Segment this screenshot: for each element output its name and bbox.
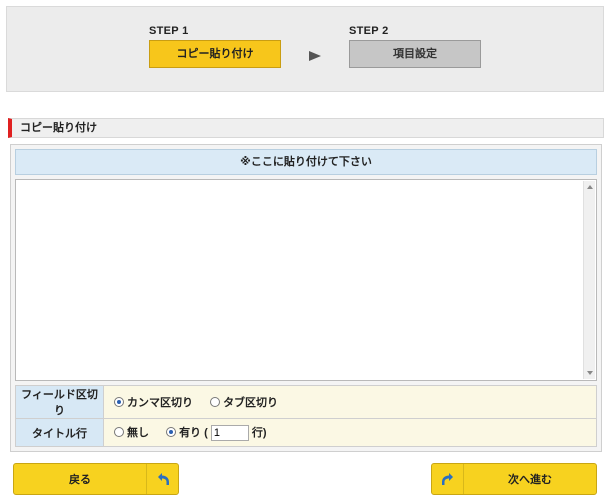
- title-row-label: タイトル行: [15, 418, 104, 447]
- paste-scrollbar[interactable]: [583, 181, 595, 379]
- radio-comma-indicator[interactable]: [114, 397, 124, 407]
- radio-title-yes-indicator[interactable]: [166, 426, 177, 437]
- radio-title-none[interactable]: 無し: [114, 424, 149, 440]
- title-row-open-paren: (: [204, 426, 208, 439]
- field-separator-row: フィールド区切り カンマ区切り タブ区切り: [15, 385, 597, 419]
- section-title: コピー貼り付け: [8, 118, 604, 138]
- forward-arrow-icon: [432, 464, 464, 494]
- title-row-count-input[interactable]: [210, 425, 249, 442]
- back-button[interactable]: 戻る: [13, 463, 179, 495]
- step-1-label: STEP 1: [149, 25, 189, 37]
- undo-arrow-icon: [146, 464, 178, 494]
- radio-title-none-label: 無し: [127, 426, 149, 439]
- step-2-label: STEP 2: [349, 25, 389, 37]
- title-row-options: 無し 有り ( 行): [103, 418, 597, 447]
- title-row-row: タイトル行 無し 有り ( 行): [15, 418, 597, 447]
- step-1: STEP 1 コピー貼り付け: [149, 25, 281, 68]
- radio-comma-label: カンマ区切り: [127, 397, 193, 409]
- radio-comma[interactable]: カンマ区切り: [114, 394, 193, 410]
- step-2: STEP 2 項目設定: [349, 25, 481, 68]
- scroll-up-icon[interactable]: [587, 185, 593, 189]
- radio-title-none-indicator[interactable]: [114, 426, 124, 437]
- step-1-box: コピー貼り付け: [149, 40, 281, 68]
- radio-tab[interactable]: タブ区切り: [210, 394, 278, 410]
- next-button[interactable]: 次へ進む: [431, 463, 597, 495]
- paste-area-wrap: [15, 179, 597, 381]
- options-table: フィールド区切り カンマ区切り タブ区切り タイトル行 無し 有り (1 行): [15, 385, 597, 447]
- paste-panel: ※ここに貼り付けて下さい フィールド区切り カンマ区切り タブ区切り タイトル行: [10, 144, 602, 452]
- radio-tab-label: タブ区切り: [223, 397, 279, 409]
- step-2-box: 項目設定: [349, 40, 481, 68]
- paste-textarea[interactable]: [16, 180, 596, 380]
- next-button-label: 次へ進む: [508, 474, 552, 486]
- radio-title-yes[interactable]: 有り: [166, 424, 201, 440]
- step-arrow-icon: [309, 51, 321, 61]
- title-row-suffix: 行): [251, 426, 267, 439]
- paste-header: ※ここに貼り付けて下さい: [15, 149, 597, 175]
- radio-title-yes-label: 有り: [179, 426, 202, 439]
- step-indicator: STEP 1 コピー貼り付け STEP 2 項目設定: [6, 6, 604, 92]
- field-separator-options: カンマ区切り タブ区切り: [103, 385, 597, 419]
- back-button-label: 戻る: [69, 474, 91, 486]
- field-separator-label: フィールド区切り: [15, 385, 104, 419]
- scroll-down-icon[interactable]: [587, 371, 593, 375]
- radio-tab-indicator[interactable]: [210, 397, 221, 407]
